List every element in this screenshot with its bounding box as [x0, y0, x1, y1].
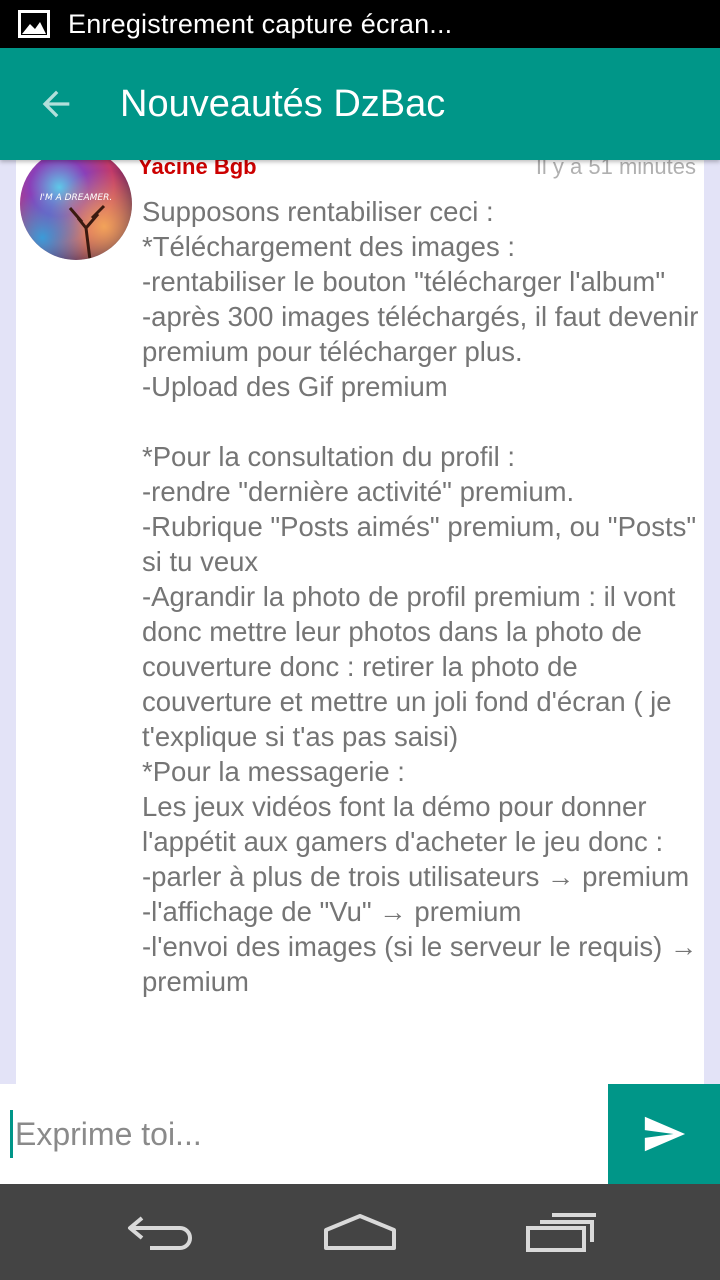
avatar-image: I'M A DREAMER. [20, 160, 132, 260]
app-bar: Nouveautés DzBac [0, 48, 720, 160]
nav-back-icon [128, 1216, 192, 1250]
send-button[interactable] [608, 1084, 720, 1184]
nav-home-icon [324, 1214, 396, 1250]
navigation-bar [0, 1184, 720, 1280]
nav-recents-button[interactable] [520, 1208, 600, 1256]
page-title: Nouveautés DzBac [120, 82, 446, 125]
nav-back-button[interactable] [120, 1208, 200, 1256]
message-input[interactable] [10, 1110, 600, 1158]
post-time: Il y a 51 minutes [535, 160, 696, 179]
avatar[interactable]: I'M A DREAMER. [20, 160, 132, 260]
nav-home-button[interactable] [320, 1208, 400, 1256]
post-card: I'M A DREAMER. Yacine Bgb Il y a 51 minu… [16, 160, 704, 1084]
image-icon [18, 10, 50, 38]
notification-text: Enregistrement capture écran... [68, 8, 453, 39]
status-bar: Enregistrement capture écran... [0, 0, 720, 48]
arrow-back-icon [42, 90, 70, 118]
nav-recents-icon [526, 1213, 596, 1252]
post-author[interactable]: Yacine Bgb [138, 160, 257, 180]
svg-text:I'M A DREAMER.: I'M A DREAMER. [40, 193, 112, 203]
post-message: Supposons rentabiliser ceci : *Télécharg… [142, 196, 699, 997]
post-list[interactable]: I'M A DREAMER. Yacine Bgb Il y a 51 minu… [0, 160, 720, 1084]
back-button[interactable] [28, 76, 84, 132]
send-icon [644, 1116, 686, 1152]
message-composer [0, 1084, 720, 1184]
